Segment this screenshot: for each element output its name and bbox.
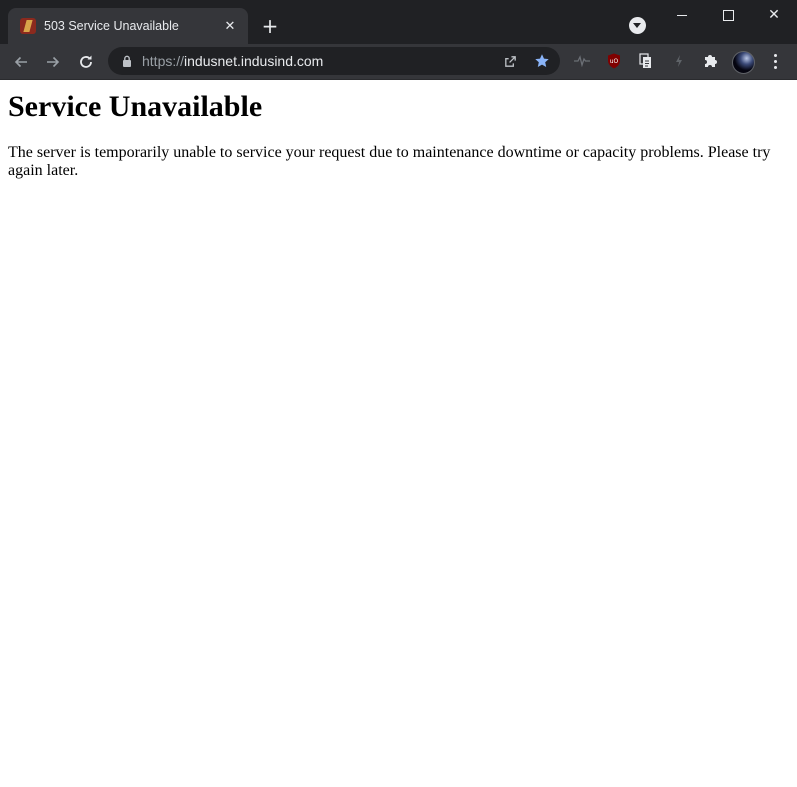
tab-strip: 503 Service Unavailable ✕ + ✕ [0, 0, 797, 44]
error-message: The server is temporarily unable to serv… [8, 144, 771, 179]
url-scheme: https:// [142, 53, 185, 69]
maximize-icon [722, 9, 734, 21]
browser-toolbar: https://indusnet.indusind.com uO [0, 44, 797, 80]
pulse-extension-icon[interactable] [573, 52, 591, 70]
site-favicon-icon [20, 18, 36, 34]
minimize-button[interactable] [659, 0, 705, 30]
kebab-menu-icon[interactable] [767, 52, 783, 70]
tab-search-icon[interactable] [629, 17, 646, 34]
puzzle-extensions-icon[interactable] [701, 52, 719, 70]
docs-extension-icon[interactable] [637, 52, 655, 70]
bookmark-star-icon[interactable] [534, 53, 550, 69]
forward-button[interactable] [39, 48, 67, 76]
maximize-button[interactable] [705, 0, 751, 30]
new-tab-button[interactable]: + [258, 14, 282, 38]
window-close-button[interactable]: ✕ [751, 0, 797, 30]
browser-window: 503 Service Unavailable ✕ + ✕ https://in… [0, 0, 797, 80]
tab-title: 503 Service Unavailable [44, 19, 179, 33]
tab-active[interactable]: 503 Service Unavailable ✕ [8, 8, 248, 44]
arrow-right-icon [47, 56, 60, 68]
ublock-origin-icon[interactable]: uO [605, 52, 623, 70]
lock-icon[interactable] [120, 54, 134, 68]
url-text[interactable]: https://indusnet.indusind.com [142, 53, 323, 69]
back-button[interactable] [7, 48, 35, 76]
minimize-icon [677, 14, 687, 16]
svg-text:uO: uO [610, 58, 619, 65]
address-bar[interactable]: https://indusnet.indusind.com [108, 47, 560, 75]
profile-avatar[interactable] [732, 51, 755, 74]
share-icon[interactable] [502, 53, 518, 69]
reload-icon [80, 55, 92, 68]
arrow-left-icon [14, 56, 27, 68]
page-title: Service Unavailable [8, 90, 263, 123]
window-close-icon: ✕ [768, 7, 780, 23]
page-content: Service Unavailable The server is tempor… [0, 90, 797, 180]
tab-close-icon[interactable]: ✕ [222, 18, 238, 34]
url-host: indusnet.indusind.com [184, 53, 324, 69]
bolt-extension-icon[interactable] [670, 52, 688, 70]
reload-button[interactable] [72, 48, 100, 76]
